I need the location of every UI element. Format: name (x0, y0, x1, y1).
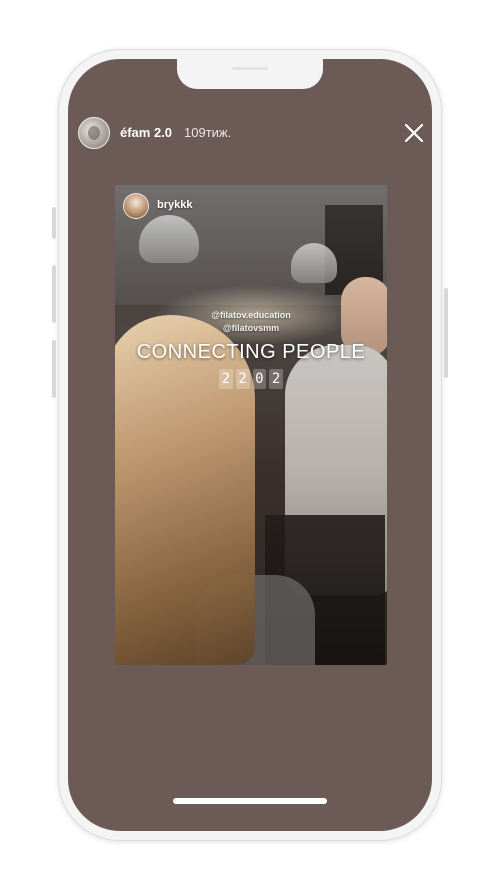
story-header: éfam 2.0 109тиж. (78, 117, 424, 149)
story-headline: CONNECTING PEOPLE (136, 341, 366, 363)
mention-tag[interactable]: @filatovsmm (115, 323, 387, 333)
date-digit: 2 (235, 369, 250, 389)
date-digit: 0 (252, 369, 267, 389)
date-digit: 2 (269, 369, 283, 389)
volume-up-button (52, 265, 56, 323)
notch (177, 59, 323, 89)
home-indicator[interactable] (173, 798, 327, 804)
photo-lamp (291, 243, 337, 283)
date-sticker: 2 2 0 2 (219, 369, 283, 391)
date-digit: 2 (219, 369, 233, 389)
account-name[interactable]: éfam 2.0 (120, 125, 172, 140)
speaker-grille (232, 67, 268, 70)
story-screen: éfam 2.0 109тиж. brykkk @filatov.educati… (68, 59, 432, 831)
poster-avatar[interactable] (123, 193, 149, 219)
story-media[interactable]: brykkk @filatov.education @filatovsmm CO… (115, 185, 387, 665)
silent-switch (52, 207, 56, 239)
post-time: 109тиж. (184, 125, 232, 140)
volume-down-button (52, 340, 56, 398)
power-button (444, 288, 448, 378)
mention-tag[interactable]: @filatov.education (115, 310, 387, 320)
poster-username[interactable]: brykkk (157, 199, 192, 211)
close-icon[interactable] (402, 121, 426, 145)
photo-person-hair (115, 315, 255, 665)
account-avatar[interactable] (78, 117, 110, 149)
